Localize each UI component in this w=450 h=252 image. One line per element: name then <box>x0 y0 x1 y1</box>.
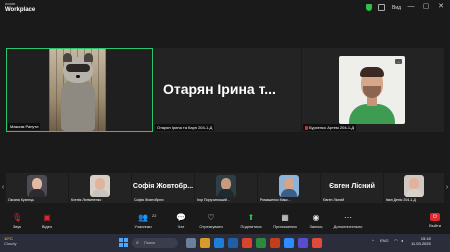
share-screen-icon: ⬆ <box>247 213 255 222</box>
view-menu[interactable]: Вид <box>392 5 401 11</box>
apps-icon: ▦ <box>281 213 289 222</box>
participant-video: … <box>339 56 405 124</box>
chrome-icon[interactable] <box>242 238 252 248</box>
maximize-button[interactable]: ▢ <box>421 2 431 12</box>
wifi-icon[interactable]: ◠ <box>394 238 398 243</box>
strip-next-button[interactable]: › <box>444 183 450 193</box>
record-button[interactable]: ◉ Запись <box>301 213 331 229</box>
strip-tile[interactable]: Оксана Кузнець <box>6 173 68 203</box>
strip-participant-name: Євген Лісний <box>323 198 345 202</box>
strip-display-name: Софія Жовтобр... <box>132 183 194 190</box>
video-tile-avatar[interactable]: Отарян Ірина т... Отарян Ірина та Карп 2… <box>154 48 301 132</box>
volume-icon[interactable]: ◂ <box>401 238 403 243</box>
apps-button[interactable]: ▦ Приложения <box>270 213 300 229</box>
strip-tile[interactable]: Ромашенко Макс... <box>258 173 320 203</box>
language-indicator[interactable]: ENG <box>380 238 389 243</box>
grid-view-icon[interactable] <box>378 4 385 11</box>
close-button[interactable]: ✕ <box>436 2 446 12</box>
participant-name-tag: Отарян Ірина та Карп 204-1-Д <box>155 124 215 131</box>
strip-tile[interactable]: Софія Жовтобр... Софія Жовтобрюх <box>132 173 194 203</box>
taskview-icon[interactable] <box>186 238 196 248</box>
word-icon[interactable] <box>228 238 238 248</box>
chat-button[interactable]: 💬 Чат <box>166 213 196 229</box>
taskbar-clock[interactable]: 15:18 11.03.2025 <box>411 237 431 246</box>
leave-icon: ⏻ <box>430 213 440 221</box>
strip-participant-name: Ромашенко Макс... <box>260 198 291 202</box>
video-button[interactable]: ▣ Відео <box>32 213 62 229</box>
minimize-button[interactable]: — <box>406 2 416 12</box>
raccoon-photo <box>49 49 106 131</box>
participant-name-tag: Бурхенко Артем 204-1-Д <box>303 124 357 131</box>
audio-button[interactable]: 🎙 Звук <box>2 213 32 229</box>
search-icon: ⌕ <box>136 240 139 246</box>
strip-participant-name: Софія Жовтобрюх <box>134 198 164 202</box>
more-button[interactable]: ⋯ Дополнительно <box>333 213 363 229</box>
mic-muted-icon: 🎙 <box>12 213 23 222</box>
record-icon: ◉ <box>312 213 320 222</box>
strip-participant-name: Іван Деніс 204-1-Д <box>386 198 416 202</box>
participant-display-name: Отарян Ірина т... <box>163 81 276 97</box>
strip-tile[interactable]: Євген Лісний Євген Лісний <box>321 173 383 203</box>
camera-off-icon: ▣ <box>43 213 51 222</box>
start-menu-icon[interactable] <box>119 238 128 247</box>
weather-widget[interactable]: 10°C Cloudy <box>4 237 16 246</box>
os-taskbar: 10°C Cloudy ⌕ Поиск ^ ENG ◠ ◂ 15:18 11.0… <box>0 234 450 252</box>
security-shield-icon[interactable] <box>366 4 372 11</box>
tray-arrow-icon[interactable]: ^ <box>372 238 374 243</box>
app-icon[interactable] <box>312 238 322 248</box>
excel-icon[interactable] <box>256 238 266 248</box>
strip-participant-name: Ігор Поручинський... <box>197 198 230 202</box>
meeting-toolbar: 🎙 Звук ▣ Відео 👥 Учасники 22 💬 Чат ♡ Отр… <box>0 211 450 234</box>
reactions-button[interactable]: ♡ Отреагувати <box>196 213 226 229</box>
zoom-icon[interactable] <box>284 238 294 248</box>
participant-strip: Оксана Кузнець Ксенія Литвиненко Софія Ж… <box>6 173 444 203</box>
file-explorer-icon[interactable] <box>200 238 210 248</box>
strip-tile[interactable]: Ксенія Литвиненко <box>69 173 131 203</box>
brand-top: zoom <box>5 1 16 6</box>
leave-button[interactable]: ⏻ Выйти <box>426 213 444 231</box>
mic-muted-icon <box>305 126 308 130</box>
strip-participant-name: Ксенія Литвиненко <box>71 198 102 202</box>
app-logo: zoom Workplace <box>5 1 36 14</box>
brand-bottom: Workplace <box>5 7 36 13</box>
strip-participant-name: Оксана Кузнець <box>8 198 34 202</box>
edge-icon[interactable] <box>214 238 224 248</box>
strip-tile[interactable]: Іван Деніс 204-1-Д <box>384 173 444 203</box>
teams-icon[interactable] <box>298 238 308 248</box>
powerpoint-icon[interactable] <box>270 238 280 248</box>
heart-icon: ♡ <box>207 213 215 222</box>
taskbar-search[interactable]: ⌕ Поиск <box>132 238 178 248</box>
participants-icon: 👥 <box>138 213 148 222</box>
share-screen-button[interactable]: ⬆ Поділитися <box>236 213 266 229</box>
more-options-icon[interactable]: … <box>395 59 402 64</box>
strip-display-name: Євген Лісний <box>329 183 375 190</box>
video-tile-camera[interactable]: … Бурхенко Артем 204-1-Д <box>302 48 444 132</box>
strip-tile[interactable]: Ігор Поручинський... <box>195 173 257 203</box>
video-tile-active-speaker[interactable]: Максим Рапути <box>6 48 153 132</box>
title-bar: zoom Workplace Вид — ▢ ✕ <box>0 0 450 16</box>
participants-count: 22 <box>152 213 157 218</box>
participant-name-tag: Максим Рапути <box>8 123 41 130</box>
more-icon: ⋯ <box>344 213 352 222</box>
chat-icon: 💬 <box>176 213 186 222</box>
